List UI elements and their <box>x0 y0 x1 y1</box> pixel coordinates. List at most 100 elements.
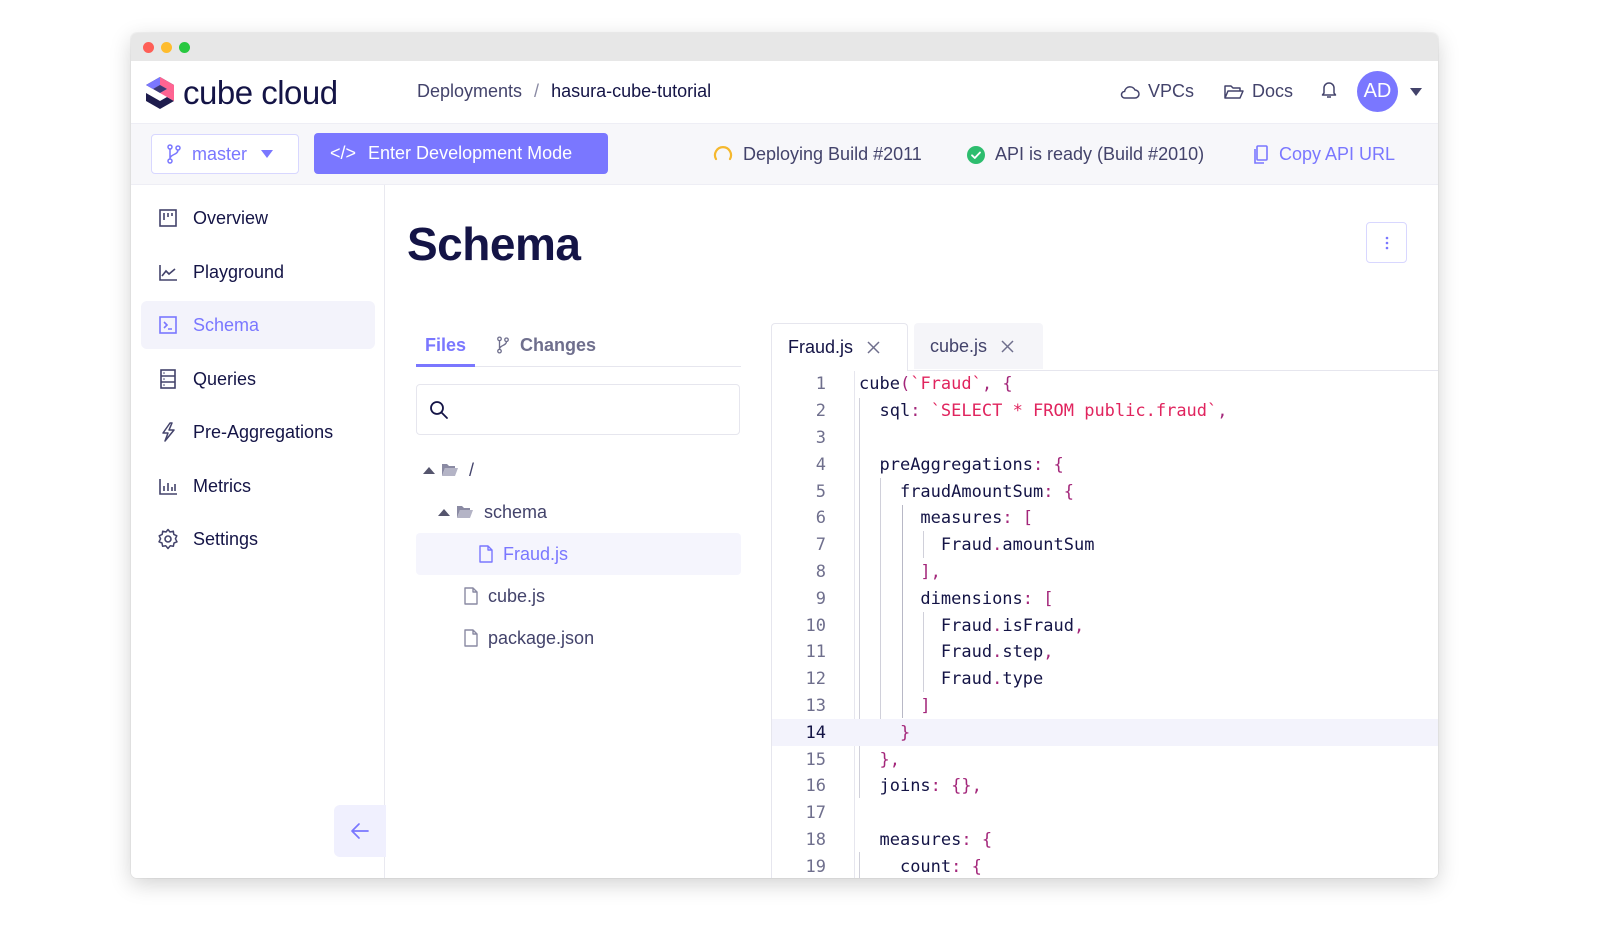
deploying-text: Deploying Build #2011 <box>743 144 922 164</box>
breadcrumb-current: hasura-cube-tutorial <box>551 81 712 101</box>
maximize-window-button[interactable] <box>179 42 190 53</box>
copy-api-url-button[interactable]: Copy API URL <box>1253 144 1395 165</box>
file-search[interactable] <box>416 384 740 435</box>
code-icon: </> <box>330 143 357 163</box>
tree-file-fraud-js[interactable]: Fraud.js <box>416 533 741 575</box>
notifications-button[interactable] <box>1321 80 1337 104</box>
breadcrumb-deployments[interactable]: Deployments <box>417 81 522 102</box>
editor-tab-cube-js[interactable]: cube.js <box>914 323 1043 369</box>
sidebar-item-label: Settings <box>193 528 259 549</box>
sidebar-item-pre-aggregations[interactable]: Pre-Aggregations <box>141 408 375 456</box>
sidebar-item-label: Pre-Aggregations <box>193 421 334 442</box>
tree-folder-root[interactable]: / <box>416 449 741 491</box>
branch-name: master <box>192 143 248 164</box>
chevron-down-icon <box>261 150 274 158</box>
code-line: 3 <box>815 427 826 448</box>
enter-dev-mode-button[interactable]: </> Enter Development Mode <box>314 133 608 174</box>
code-line: 13 ] <box>805 695 931 716</box>
arrow-left-icon <box>351 823 369 839</box>
vpcs-link[interactable]: VPCs <box>1120 81 1194 102</box>
folder-open-icon <box>441 463 459 477</box>
collapse-triangle-icon[interactable] <box>423 466 435 474</box>
cloud-icon <box>1120 85 1140 99</box>
collapse-sidebar-button[interactable] <box>334 805 386 857</box>
editor-tabs: Fraud.js cube.js <box>771 323 1438 371</box>
sidebar-item-label: Schema <box>193 314 260 335</box>
sidebar-item-label: Playground <box>193 261 285 282</box>
tree-file-cube-js[interactable]: cube.js <box>416 575 741 617</box>
folder-open-icon <box>456 505 474 519</box>
dev-mode-label: Enter Development Mode <box>368 143 573 163</box>
code-line: 7 Fraud.amountSum <box>815 535 1095 556</box>
editor-tab-fraud-js[interactable]: Fraud.js <box>771 323 908 371</box>
collapse-triangle-icon[interactable] <box>438 508 450 516</box>
code-area[interactable]: 1 cube(`Fraud`, { 2 sql: `SELECT * FROM p… <box>771 370 1438 878</box>
tab-changes[interactable]: Changes <box>487 325 605 365</box>
tree-item-label: / <box>469 459 475 480</box>
sidebar-item-playground[interactable]: Playground <box>141 248 375 296</box>
api-status-text: API is ready (Build #2010) <box>995 144 1205 164</box>
breadcrumb-separator: / <box>534 81 540 101</box>
branch-select[interactable]: master <box>151 134 299 174</box>
sidebar-item-overview[interactable]: Overview <box>141 194 375 242</box>
tree-item-label: cube.js <box>488 585 546 606</box>
api-status: API is ready (Build #2010) <box>967 144 1204 165</box>
git-branch-icon <box>167 144 181 164</box>
sidebar-item-schema[interactable]: Schema <box>141 301 375 349</box>
folder-open-icon <box>1224 84 1244 99</box>
file-icon <box>464 629 478 647</box>
spinner-icon <box>713 145 733 160</box>
sidebar-item-label: Overview <box>193 207 269 228</box>
deployment-toolbar: master </> Enter Development Mode Deploy… <box>131 123 1438 185</box>
code-line: 19 count: { <box>805 856 982 877</box>
user-menu-chevron-down-icon[interactable] <box>1410 87 1422 96</box>
terminal-icon <box>157 314 179 336</box>
main-content: Schema Files Changes / schema Fraud.js c… <box>386 185 1438 878</box>
sidebar-item-queries[interactable]: Queries <box>141 355 375 403</box>
check-circle-icon <box>967 145 985 164</box>
docs-link[interactable]: Docs <box>1224 81 1293 102</box>
code-line: 12 Fraud.type <box>805 669 1044 690</box>
code-editor: Fraud.js cube.js 1 cube(`Fraud`, { 2 sql… <box>771 323 1438 878</box>
code-line: 18 measures: { <box>805 829 993 850</box>
close-window-button[interactable] <box>143 42 154 53</box>
close-icon[interactable] <box>1001 339 1014 353</box>
sidebar: Overview Playground Schema Queries Pre-A… <box>131 185 386 878</box>
gear-icon <box>157 528 179 550</box>
git-branch-icon <box>497 336 509 354</box>
breadcrumb: Deployments / hasura-cube-tutorial <box>417 81 711 102</box>
editor-tab-label: cube.js <box>930 335 988 356</box>
logo[interactable]: cube cloud <box>145 74 338 112</box>
more-vertical-icon <box>1385 236 1388 249</box>
tab-files[interactable]: Files <box>416 325 476 367</box>
files-panel: Files Changes / schema Fraud.js cube.js … <box>416 325 741 659</box>
sidebar-item-metrics[interactable]: Metrics <box>141 462 375 510</box>
close-icon[interactable] <box>867 341 880 354</box>
code-line: 1 cube(`Fraud`, { <box>815 374 1013 395</box>
bell-icon <box>1321 81 1337 98</box>
browser-window: cube cloud Deployments / hasura-cube-tut… <box>131 33 1438 878</box>
code-line: 2 sql: `SELECT * FROM public.fraud`, <box>815 401 1228 422</box>
tree-file-package-json[interactable]: package.json <box>416 617 741 659</box>
file-search-input[interactable] <box>457 385 739 434</box>
tree-item-label: package.json <box>488 627 595 648</box>
user-avatar[interactable]: AD <box>1357 71 1398 112</box>
docs-label: Docs <box>1251 81 1293 101</box>
tree-folder-schema[interactable]: schema <box>416 491 741 533</box>
code-line: 15 }, <box>805 749 900 770</box>
search-icon <box>430 400 448 419</box>
minimize-window-button[interactable] <box>161 42 172 53</box>
code-line: 5 fraudAmountSum: { <box>815 481 1074 502</box>
sidebar-item-settings[interactable]: Settings <box>141 515 375 563</box>
file-icon <box>464 587 478 605</box>
lightning-icon <box>157 421 179 443</box>
file-tree: / schema Fraud.js cube.js package.json <box>416 449 741 659</box>
app-header: cube cloud Deployments / hasura-cube-tut… <box>131 61 1438 123</box>
more-options-button[interactable] <box>1366 222 1407 263</box>
list-icon <box>157 368 179 390</box>
code-line: 4 preAggregations: { <box>815 454 1064 475</box>
logo-text: cube cloud <box>183 74 338 111</box>
code-line: 6 measures: [ <box>815 508 1034 529</box>
cube-logo-icon <box>146 77 174 109</box>
copy-api-url-label: Copy API URL <box>1279 144 1396 164</box>
